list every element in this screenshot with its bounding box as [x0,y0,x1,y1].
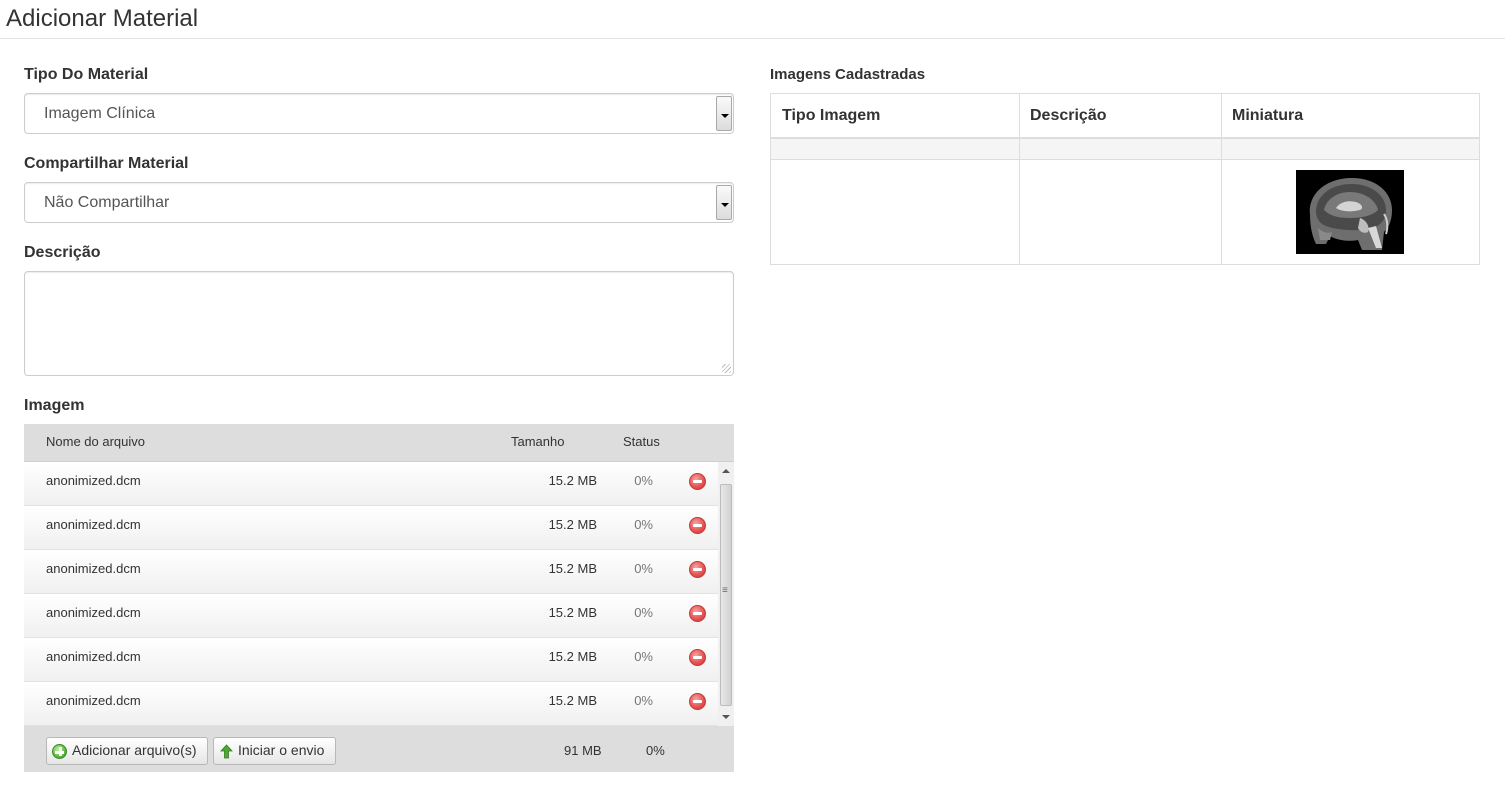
file-size: 15.2 MB [548,517,597,532]
descricao-textarea[interactable] [24,271,734,376]
file-size: 15.2 MB [548,693,597,708]
tipo-material-label: Tipo Do Material [24,66,149,83]
imagens-cadastradas-table: Tipo Imagem Descrição Miniatura [770,93,1480,265]
column-header-size: Tamanho [511,434,565,449]
page-title: Adicionar Material [6,5,199,32]
column-divider [1019,94,1020,264]
total-status: 0% [646,743,665,758]
uploader-file-list[interactable]: anonimized.dcm 15.2 MB 0% anonimized.dcm… [24,462,734,726]
chevron-down-icon[interactable] [716,185,732,220]
remove-circle-icon[interactable] [689,605,706,622]
imagens-cadastradas-title: Imagens Cadastradas [770,66,926,83]
file-size: 15.2 MB [548,473,597,488]
file-name: anonimized.dcm [46,517,141,532]
page-header: Adicionar Material [0,0,1505,39]
tipo-material-value: Imagem Clínica [44,105,156,122]
file-status: 0% [634,517,653,532]
file-size: 15.2 MB [548,561,597,576]
file-name: anonimized.dcm [46,649,141,664]
total-size: 91 MB [564,743,602,758]
scroll-down-arrow-icon[interactable] [722,715,730,719]
column-header-status: Status [623,434,660,449]
file-row: anonimized.dcm 15.2 MB 0% [24,682,718,726]
compartilhar-material-label: Compartilhar Material [24,155,189,172]
file-uploader: Nome do arquivo Tamanho Status anonimize… [24,424,734,772]
file-row: anonimized.dcm 15.2 MB 0% [24,462,718,506]
imagem-label: Imagem [24,397,85,414]
column-divider [1221,94,1222,264]
file-status: 0% [634,473,653,488]
add-files-button[interactable]: Adicionar arquivo(s) [46,737,208,765]
file-name: anonimized.dcm [46,605,141,620]
scrollbar-thumb[interactable] [720,484,732,706]
table-row-empty [771,139,1479,160]
file-row: anonimized.dcm 15.2 MB 0% [24,550,718,594]
file-status: 0% [634,605,653,620]
chevron-down-icon[interactable] [716,96,732,131]
file-row: anonimized.dcm 15.2 MB 0% [24,638,718,682]
file-name: anonimized.dcm [46,473,141,488]
remove-circle-icon[interactable] [689,649,706,666]
add-circle-icon [52,744,67,759]
tipo-material-select[interactable]: Imagem Clínica [24,93,734,134]
file-name: anonimized.dcm [46,693,141,708]
compartilhar-material-value: Não Compartilhar [44,194,170,211]
file-row: anonimized.dcm 15.2 MB 0% [24,506,718,550]
file-status: 0% [634,561,653,576]
column-header-descricao: Descrição [1030,107,1107,124]
uploader-header: Nome do arquivo Tamanho Status [24,424,734,462]
resize-grip-icon[interactable] [722,364,731,373]
uploader-footer: Adicionar arquivo(s) Iniciar o envio 91 … [24,726,734,772]
file-list-scrollbar[interactable] [718,462,734,726]
arrow-up-icon [219,744,234,759]
remove-circle-icon[interactable] [689,561,706,578]
descricao-label: Descrição [24,244,101,261]
table-header-row: Tipo Imagem Descrição Miniatura [771,94,1479,139]
file-name: anonimized.dcm [46,561,141,576]
add-files-label: Adicionar arquivo(s) [72,742,197,758]
remove-circle-icon[interactable] [689,473,706,490]
start-upload-label: Iniciar o envio [238,742,325,758]
column-header-name: Nome do arquivo [46,434,145,449]
remove-circle-icon[interactable] [689,693,706,710]
start-upload-button[interactable]: Iniciar o envio [213,737,336,765]
remove-circle-icon[interactable] [689,517,706,534]
column-header-miniatura: Miniatura [1232,107,1304,124]
file-status: 0% [634,649,653,664]
compartilhar-material-select[interactable]: Não Compartilhar [24,182,734,223]
file-size: 15.2 MB [548,649,597,664]
file-row: anonimized.dcm 15.2 MB 0% [24,594,718,638]
brain-mri-thumbnail[interactable] [1296,170,1404,254]
column-header-tipo-imagem: Tipo Imagem [782,107,881,124]
file-status: 0% [634,693,653,708]
scroll-up-arrow-icon[interactable] [722,469,730,473]
file-size: 15.2 MB [548,605,597,620]
